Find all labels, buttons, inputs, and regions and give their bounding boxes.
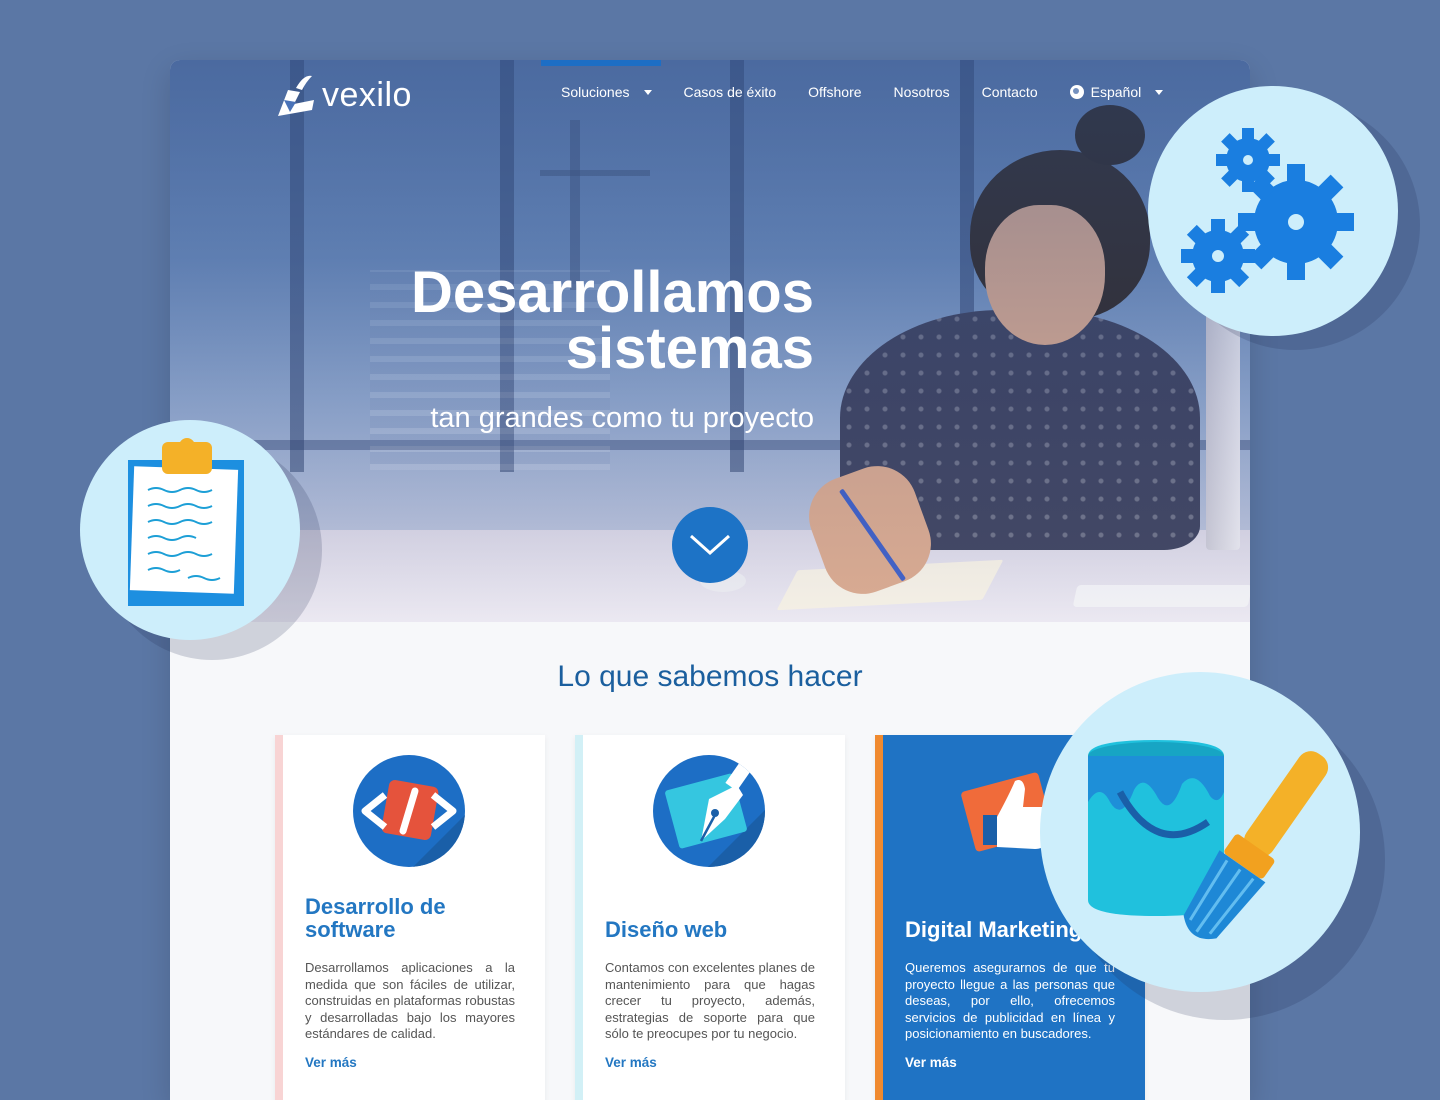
nav-item-casos-de-exito[interactable]: Casos de éxito — [684, 84, 777, 100]
chevron-down-icon — [643, 89, 652, 95]
logo-mark-icon — [274, 70, 318, 120]
language-label: Español — [1090, 84, 1142, 100]
clipboard-badge — [80, 420, 300, 640]
scroll-down-button[interactable] — [672, 507, 748, 583]
nav-item-nosotros[interactable]: Nosotros — [894, 84, 950, 100]
nav-item-contacto[interactable]: Contacto — [982, 84, 1038, 100]
card-description: Desarrollamos aplicaciones a la medida q… — [305, 960, 515, 1041]
hero-title-line: sistemas — [565, 316, 814, 381]
hero-title-line: Desarrollamos — [411, 260, 814, 325]
gears-badge — [1148, 86, 1398, 336]
service-card-software: Desarrollo de software Desarrollamos apl… — [275, 735, 545, 1100]
ver-mas-link[interactable]: Ver más — [605, 1055, 657, 1070]
card-title: Desarrollo de software — [305, 894, 446, 942]
nav-item-offshore[interactable]: Offshore — [808, 84, 861, 100]
chevron-down-icon — [689, 534, 731, 556]
card-accent-stripe — [275, 735, 283, 1100]
hero-title: Desarrollamos sistemas — [314, 260, 814, 381]
hero-section: vexilo Soluciones Casos de éxito Offshor… — [170, 60, 1250, 622]
nav-item-label: Nosotros — [893, 84, 950, 100]
logo-text: vexilo — [322, 75, 412, 114]
pen-nib-icon — [653, 755, 765, 867]
main-nav: Soluciones Casos de éxito Offshore Nosot… — [561, 84, 1195, 100]
nav-item-soluciones[interactable]: Soluciones — [561, 84, 652, 100]
nav-active-indicator — [541, 60, 661, 66]
clipboard-icon — [128, 438, 244, 606]
nav-item-label: Soluciones — [561, 84, 630, 100]
card-accent-stripe — [875, 735, 883, 1100]
code-icon — [353, 755, 465, 867]
card-title: Diseño web — [605, 917, 728, 942]
hero-subtitle: tan grandes como tu proyecto — [430, 402, 814, 434]
nav-item-label: Offshore — [808, 84, 862, 100]
paint-bucket-icon — [1088, 740, 1329, 940]
nav-item-label: Contacto — [981, 84, 1038, 100]
service-card-web-design: Diseño web Contamos con excelentes plane… — [575, 735, 845, 1100]
nav-item-label: Casos de éxito — [683, 84, 777, 100]
paint-badge — [1040, 672, 1360, 992]
gears-icon — [1181, 128, 1354, 293]
logo[interactable]: vexilo — [274, 70, 412, 120]
ver-mas-link[interactable]: Ver más — [905, 1055, 957, 1070]
card-accent-stripe — [575, 735, 583, 1100]
ver-mas-link[interactable]: Ver más — [305, 1055, 357, 1070]
card-description: Contamos con excelentes planes de manten… — [605, 960, 815, 1041]
globe-icon — [1069, 85, 1084, 99]
